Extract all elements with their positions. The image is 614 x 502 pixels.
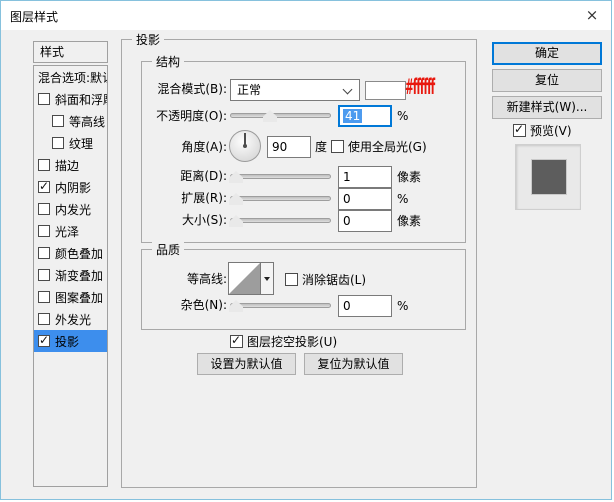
contour-dropdown-button[interactable] [261,262,274,295]
use-global-light-checkbox[interactable] [331,140,344,153]
sidebar-item-label: 描边 [55,157,79,174]
size-label: 大小(S): [121,210,227,231]
title-bar[interactable]: 图层样式 × [1,1,611,30]
opacity-label: 不透明度(O): [121,106,227,127]
opacity-value: 41 [343,109,362,123]
sidebar-item-blending-options[interactable]: 混合选项:默认 [34,66,107,88]
distance-unit: 像素 [397,169,421,185]
sidebar-item-label: 混合选项:默认 [38,69,108,86]
preview-shape [532,160,566,194]
color-annotation: #ffffff [405,75,434,99]
preview-label: 预览(V) [530,123,572,139]
sidebar-item-label: 纹理 [69,135,93,152]
noise-slider[interactable] [230,303,331,308]
angle-input[interactable]: 90 [267,136,311,158]
checkbox-icon[interactable] [38,291,50,303]
new-style-button[interactable]: 新建样式(W)... [492,96,602,119]
sidebar-item-color-overlay[interactable]: 颜色叠加 [34,242,107,264]
sidebar-item-pattern-overlay[interactable]: 图案叠加 [34,286,107,308]
sidebar-item-label: 内阴影 [55,179,91,196]
use-global-light-label: 使用全局光(G) [348,139,427,155]
styles-header: 样式 [33,41,108,63]
angle-unit: 度 [315,139,327,155]
sidebar-item-gradient-overlay[interactable]: 渐变叠加 [34,264,107,286]
checkbox-icon[interactable] [52,115,64,127]
opacity-input[interactable]: 41 [338,105,392,127]
checkbox-icon[interactable] [38,313,50,325]
panel-title: 投影 [132,31,164,48]
spread-label: 扩展(R): [121,188,227,209]
quality-title: 品质 [152,241,184,258]
sidebar-item-inner-glow[interactable]: 内发光 [34,198,107,220]
checkbox-icon[interactable] [38,225,50,237]
sidebar-item-contour[interactable]: 等高线 [34,110,107,132]
blend-mode-select[interactable]: 正常 [230,79,360,101]
blend-mode-value: 正常 [237,83,261,97]
sidebar-item-label: 等高线 [69,113,105,130]
noise-label: 杂色(N): [121,295,227,316]
blend-mode-label: 混合模式(B): [121,79,227,100]
preview-thumbnail [515,144,581,210]
opacity-unit: % [397,108,408,124]
sidebar-item-label: 图案叠加 [55,289,103,306]
spread-unit: % [397,191,408,207]
ok-button[interactable]: 确定 [492,42,602,65]
checkbox-icon[interactable] [38,181,50,193]
sidebar-item-label: 内发光 [55,201,91,218]
sidebar-item-label: 斜面和浮雕 [55,91,108,108]
reset-default-button[interactable]: 复位为默认值 [304,353,403,375]
sidebar-item-label: 投影 [55,333,79,350]
sidebar-item-inner-shadow[interactable]: 内阴影 [34,176,107,198]
spread-slider[interactable] [230,196,331,201]
sidebar-item-bevel-emboss[interactable]: 斜面和浮雕 [34,88,107,110]
checkbox-icon[interactable] [38,269,50,281]
size-input[interactable]: 0 [338,210,392,232]
sidebar-item-drop-shadow[interactable]: 投影 [34,330,107,352]
dialog-title: 图层样式 [10,8,58,25]
structure-title: 结构 [152,53,184,70]
antialias-label: 消除锯齿(L) [302,272,366,288]
reset-button[interactable]: 复位 [492,69,602,92]
contour-picker[interactable] [228,262,274,295]
sidebar-item-satin[interactable]: 光泽 [34,220,107,242]
checkbox-icon[interactable] [38,335,50,347]
checkbox-icon[interactable] [38,159,50,171]
chevron-down-icon [343,85,353,95]
angle-center-dot-icon [243,144,247,148]
preview-checkbox[interactable] [513,124,526,137]
layer-knockout-label: 图层挖空投影(U) [247,334,337,350]
contour-label: 等高线: [121,269,227,290]
distance-slider[interactable] [230,174,331,179]
shadow-color-swatch[interactable] [365,81,406,100]
checkbox-icon[interactable] [52,137,64,149]
checkbox-icon[interactable] [38,203,50,215]
opacity-slider[interactable] [230,113,331,118]
contour-thumbnail[interactable] [228,262,261,295]
triangle-down-icon [264,277,270,281]
noise-input[interactable]: 0 [338,295,392,317]
spread-input[interactable]: 0 [338,188,392,210]
antialias-checkbox[interactable] [285,273,298,286]
layer-knockout-checkbox[interactable] [230,335,243,348]
sidebar-item-stroke[interactable]: 描边 [34,154,107,176]
styles-list: 混合选项:默认 斜面和浮雕 等高线 纹理 描边 内阴影 内发光 光泽 [33,65,108,487]
layer-style-dialog: 图层样式 × 样式 混合选项:默认 斜面和浮雕 等高线 纹理 描边 内阴影 [0,0,612,500]
noise-unit: % [397,298,408,314]
distance-input[interactable]: 1 [338,166,392,188]
sidebar-item-label: 外发光 [55,311,91,328]
sidebar-item-outer-glow[interactable]: 外发光 [34,308,107,330]
sidebar-item-label: 颜色叠加 [55,245,103,262]
angle-dial[interactable] [229,130,261,162]
set-default-button[interactable]: 设置为默认值 [197,353,296,375]
checkbox-icon[interactable] [38,93,50,105]
sidebar-item-label: 渐变叠加 [55,267,103,284]
checkbox-icon[interactable] [38,247,50,259]
sidebar-item-texture[interactable]: 纹理 [34,132,107,154]
distance-label: 距离(D): [121,166,227,187]
sidebar-item-label: 光泽 [55,223,79,240]
size-slider[interactable] [230,218,331,223]
close-icon[interactable]: × [581,5,603,25]
angle-label: 角度(A): [121,137,227,158]
size-unit: 像素 [397,213,421,229]
